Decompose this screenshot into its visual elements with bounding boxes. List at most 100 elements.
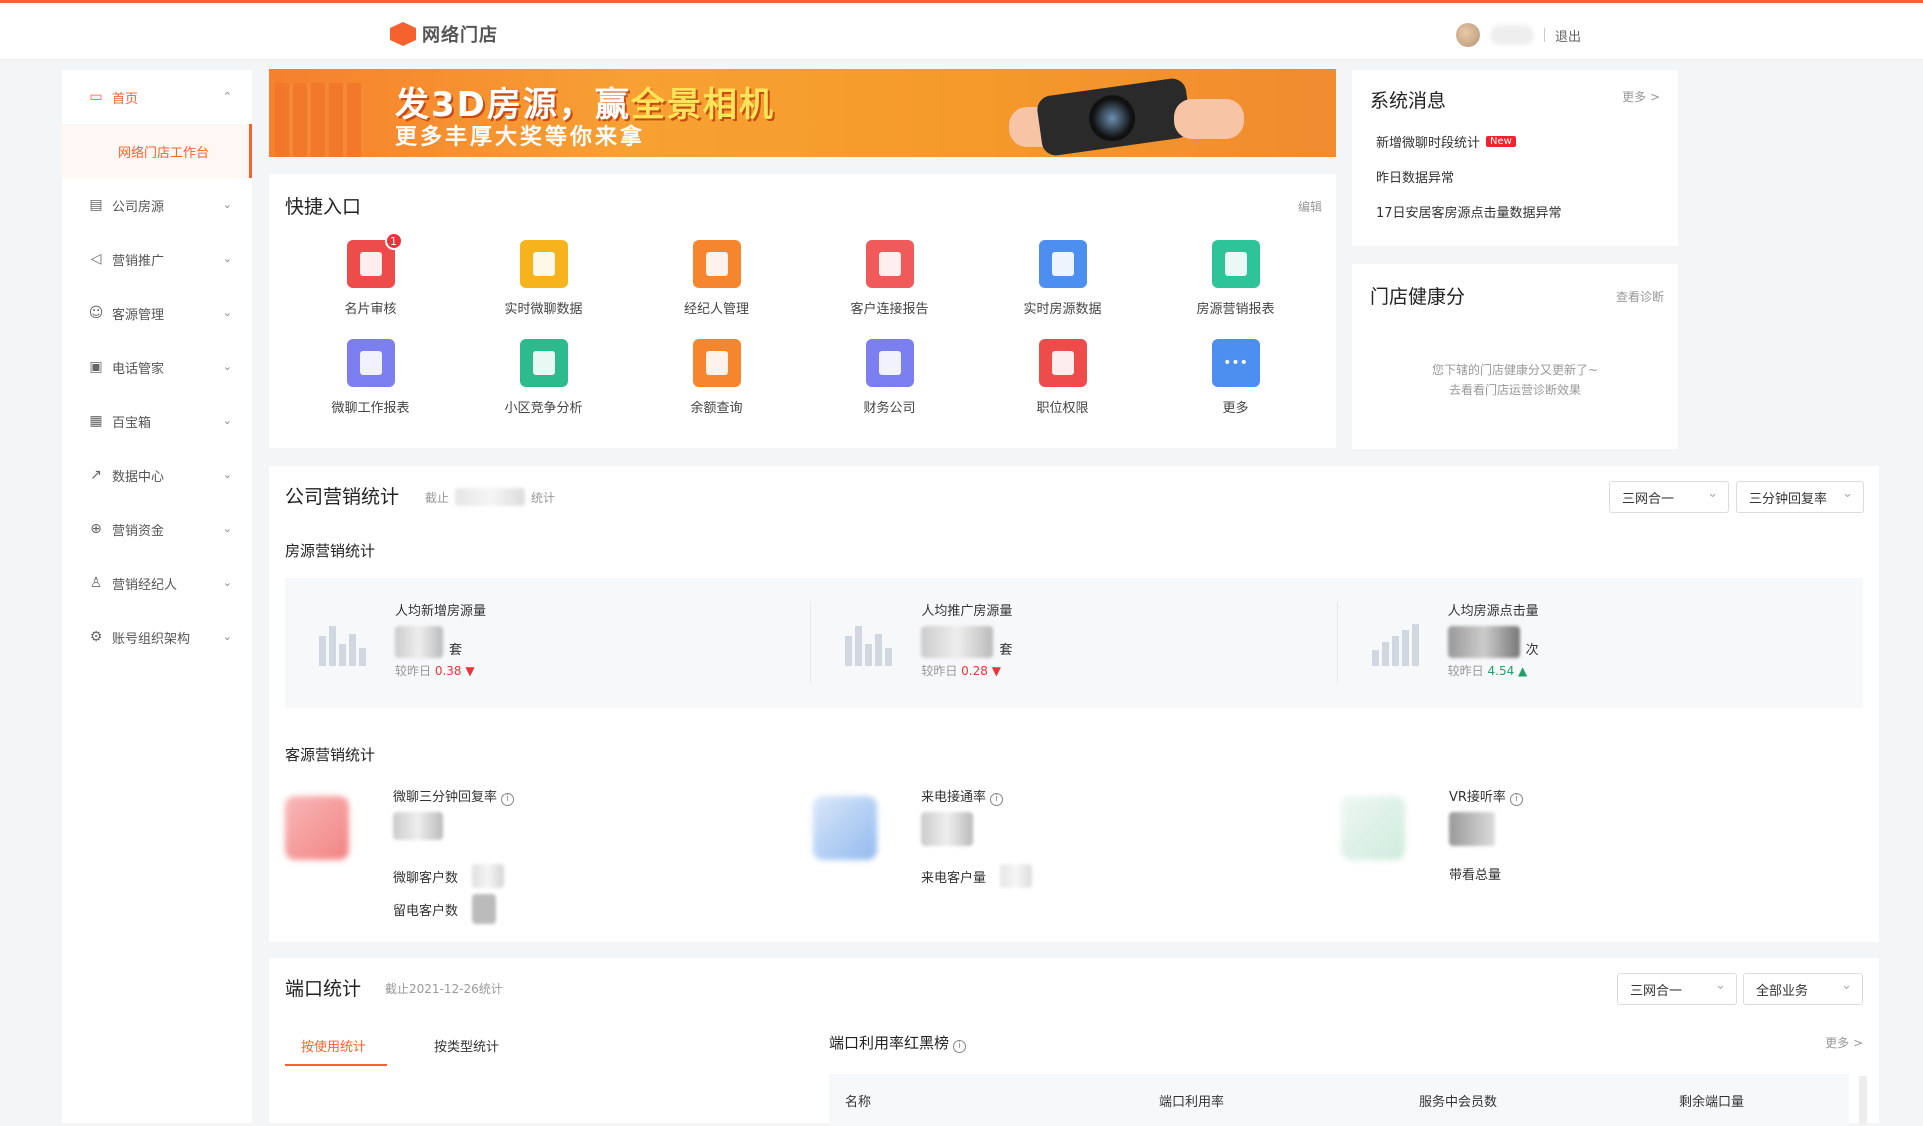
tab-usage[interactable]: 按使用统计 xyxy=(301,1036,366,1055)
column-header: 端口利用率 xyxy=(1159,1094,1225,1110)
sidebar-item-toolbox[interactable]: ▦ 百宝箱 ⌄ xyxy=(62,394,252,448)
chevron-down-icon: ⌄ xyxy=(222,414,232,427)
quick-entry-label: 客户连接报告 xyxy=(850,302,929,317)
quick-entry-panel: 快捷入口 编辑 1 名片审核 实时微聊数据 经纪人管理 客户连接报告 实时房源数据 房源营销… xyxy=(269,174,1336,448)
more-link[interactable]: 更多 > xyxy=(1825,1034,1863,1051)
list-item[interactable]: 新增微聊时段统计 New xyxy=(1376,132,1562,151)
sidebar-item-agents[interactable]: ♙ 营销经纪人 ⌄ xyxy=(62,556,252,610)
sidebar-item-label: 公司房源 xyxy=(112,199,165,215)
customer-stat-vr: VR接听率 i 带看总量 xyxy=(1325,786,1845,936)
tab-underline xyxy=(285,1064,387,1066)
building-illustration xyxy=(275,83,365,157)
quick-entry-item[interactable]: 经纪人管理 xyxy=(630,240,803,317)
column-header: 服务中会员数 xyxy=(1419,1094,1498,1110)
quick-entry-icon xyxy=(865,240,914,288)
stat-value: 套 xyxy=(395,626,462,658)
quick-entry-item[interactable]: 1 名片审核 xyxy=(284,232,457,317)
logout-link[interactable]: 退出 xyxy=(1555,26,1581,45)
sidebar-item-company-listings[interactable]: ▤ 公司房源 ⌄ xyxy=(62,178,252,232)
quick-entry-item[interactable]: 房源营销报表 xyxy=(1149,240,1322,317)
sidebar-item-phone[interactable]: ▣ 电话管家 ⌄ xyxy=(62,340,252,394)
sidebar-item-label: 营销推广 xyxy=(112,253,165,269)
document-icon xyxy=(1051,351,1074,375)
health-message: 您下辖的门店健康分又更新了~ 去看看门店运营诊断效果 xyxy=(1431,363,1599,397)
sidebar-item-org[interactable]: ⚙ 账号组织架构 ⌄ xyxy=(62,610,252,664)
person-icon: ♙ xyxy=(89,575,103,591)
scrollbar[interactable] xyxy=(1859,1076,1867,1124)
stat-row: 微聊客户数 xyxy=(393,864,505,888)
sidebar-item-label: 营销资金 xyxy=(112,523,165,539)
sidebar-item-home[interactable]: ▭ 首页 ⌃ xyxy=(62,70,252,124)
stat-row: 来电客户量 xyxy=(921,864,1033,888)
quick-entry-item[interactable]: 小区竞争分析 xyxy=(457,339,630,416)
stat-card: 人均房源点击量 次 较昨日 4.54 ▲ xyxy=(1338,602,1863,684)
sidebar-item-funds[interactable]: ⊕ 营销资金 ⌄ xyxy=(62,502,252,556)
quick-entry-item[interactable]: 职位权限 xyxy=(976,339,1149,416)
avatar[interactable] xyxy=(1456,23,1480,47)
stat-label: 人均新增房源量 xyxy=(395,604,487,619)
business-select[interactable]: 全部业务 xyxy=(1743,973,1863,1005)
stat-value xyxy=(393,812,443,840)
quick-entry-label: 小区竞争分析 xyxy=(504,401,583,416)
sidebar-item-label: 客源管理 xyxy=(112,307,165,323)
port-title: 端口统计 xyxy=(285,978,362,1000)
info-icon[interactable]: i xyxy=(990,793,1004,806)
stat-compare: 较昨日 0.28 ▼ xyxy=(921,664,1001,678)
quick-entry-label: 职位权限 xyxy=(1036,401,1089,416)
more-link[interactable]: 更多 > xyxy=(1622,88,1660,105)
list-item[interactable]: 昨日数据异常 xyxy=(1376,167,1562,186)
notification-badge: 1 xyxy=(384,232,403,250)
stat-row: 留电客户数 xyxy=(393,894,497,924)
info-icon[interactable]: i xyxy=(953,1040,967,1053)
tab-type[interactable]: 按类型统计 xyxy=(434,1036,499,1055)
metric-select[interactable]: 三分钟回复率 xyxy=(1736,481,1864,513)
table-header: 名称 端口利用率 服务中会员数 剩余端口量 xyxy=(829,1074,1849,1126)
chevron-up-icon: ⌃ xyxy=(222,90,232,103)
quick-entry-item[interactable]: 财务公司 xyxy=(803,339,976,416)
quick-entry-icon xyxy=(1211,240,1260,288)
stat-row: 带看总量 xyxy=(1449,868,1502,883)
platform-select[interactable]: 三网合一 xyxy=(1609,481,1729,513)
sidebar-subitem-workbench[interactable]: 网络门店工作台 xyxy=(62,124,252,178)
stat-label: VR接听率 i xyxy=(1449,786,1523,806)
diagnose-link[interactable]: 查看诊断 xyxy=(1616,288,1664,305)
info-icon[interactable]: i xyxy=(1509,793,1523,806)
sidebar-item-data-center[interactable]: ↗ 数据中心 ⌄ xyxy=(62,448,252,502)
quick-entry-icon xyxy=(1038,240,1087,288)
sidebar-item-customers[interactable]: ☺ 客源管理 ⌄ xyxy=(62,286,252,340)
info-icon[interactable]: i xyxy=(501,793,515,806)
quick-entry-title: 快捷入口 xyxy=(285,196,362,218)
port-as-of: 截止2021-12-26统计 xyxy=(385,982,503,996)
quick-entry-item[interactable]: 余额查询 xyxy=(630,339,803,416)
system-messages-title: 系统消息 xyxy=(1370,90,1447,112)
quick-entry-item[interactable]: ••• 更多 xyxy=(1149,339,1322,416)
globe-icon: ⊕ xyxy=(90,521,102,537)
logo[interactable]: 网络门店 xyxy=(390,21,498,47)
quick-entry-label: 名片审核 xyxy=(344,302,397,317)
new-badge: New xyxy=(1486,136,1516,147)
sidebar-item-label: 首页 xyxy=(112,91,139,107)
phone-illustration xyxy=(813,796,877,860)
quick-entry-item[interactable]: 微聊工作报表 xyxy=(284,339,457,416)
promo-banner[interactable]: 发3D房源，赢全景相机 更多丰厚大奖等你来拿 xyxy=(269,69,1336,157)
sidebar-item-marketing[interactable]: ◁ 营销推广 ⌄ xyxy=(62,232,252,286)
quick-entry-icon: ••• xyxy=(1211,339,1260,387)
divider xyxy=(1544,28,1545,42)
port-platform-select[interactable]: 三网合一 xyxy=(1617,973,1737,1005)
quick-entry-item[interactable]: 实时微聊数据 xyxy=(457,240,630,317)
edit-link[interactable]: 编辑 xyxy=(1298,198,1322,215)
document-icon xyxy=(705,351,728,375)
quick-entry-icon xyxy=(865,339,914,387)
quick-entry-item[interactable]: 客户连接报告 xyxy=(803,240,976,317)
quick-entry-item[interactable]: 实时房源数据 xyxy=(976,240,1149,317)
logo-text: 网络门店 xyxy=(422,25,498,46)
rank-title: 端口利用率红黑榜 i xyxy=(829,1032,967,1053)
sidebar: ▭ 首页 ⌃ 网络门店工作台 ▤ 公司房源 ⌄ ◁ 营销推广 ⌄ ☺ 客源管理 … xyxy=(62,70,252,1123)
chevron-down-icon: ⌄ xyxy=(222,198,232,211)
more-dots-icon: ••• xyxy=(1223,355,1248,371)
list-item[interactable]: 17日安居客房源点击量数据异常 xyxy=(1376,202,1562,221)
quick-entry-label: 实时微聊数据 xyxy=(504,302,583,317)
house-stats-box: 人均新增房源量 套 较昨日 0.38 ▼ 人均推广房源量 套 较昨日 0.28 … xyxy=(285,578,1863,708)
customer-stat-wechat: 微聊三分钟回复率 i 微聊客户数 留电客户数 xyxy=(269,786,789,936)
document-icon xyxy=(359,351,382,375)
